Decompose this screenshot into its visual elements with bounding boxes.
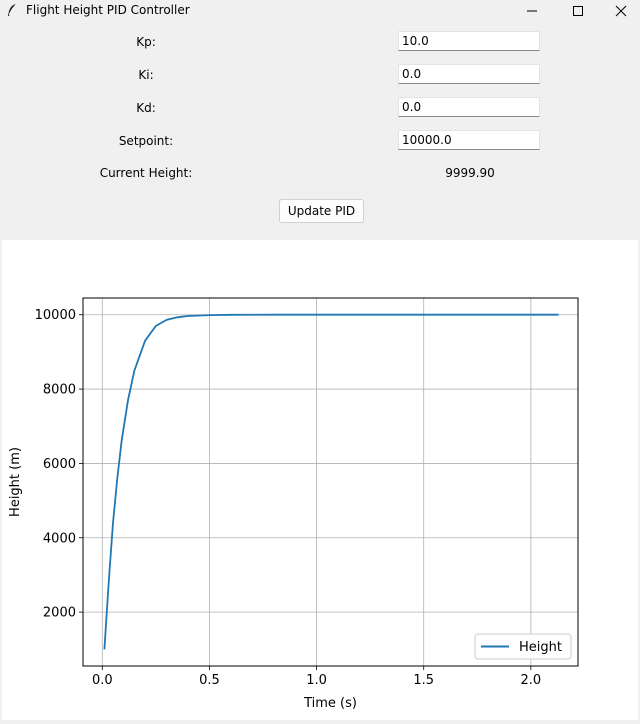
y-tick-label: 4000 [43,531,76,546]
update-pid-button[interactable]: Update PID [279,199,364,223]
y-axis-label: Height (m) [8,447,23,517]
kd-input[interactable] [398,97,540,117]
title-bar: Flight Height PID Controller [0,0,640,22]
y-tick-label: 6000 [43,457,76,472]
maximize-button[interactable] [555,0,601,22]
setpoint-label: Setpoint: [118,134,174,148]
y-tick-label: 8000 [43,383,76,398]
x-axis-label: Time (s) [303,696,357,711]
kp-label: Kp: [136,35,156,49]
plot-canvas: 0.0 0.5 1.0 1.5 2.0 2000 4000 6000 8000 10000 Tim… [2,240,638,720]
setpoint-input[interactable] [398,130,540,150]
x-tick-label: 1.0 [306,673,327,688]
chart-legend: Height [474,633,572,660]
height-chart: 0.0 0.5 1.0 1.5 2.0 2000 4000 6000 8000 10000 Tim… [8,297,579,711]
y-tick-label: 10000 [35,308,76,323]
window-title: Flight Height PID Controller [26,3,190,17]
series-line-height [103,313,559,650]
maximize-icon [573,6,583,16]
close-button[interactable] [598,0,640,22]
y-tick-label: 2000 [43,606,76,621]
current-height-label: Current Height: [99,166,193,180]
current-height-value: 9999.90 [445,166,495,180]
minimize-button[interactable] [509,0,555,22]
feather-icon [8,3,17,16]
kd-label: Kd: [136,101,156,115]
ki-label: Ki: [138,68,154,82]
x-tick-label: 2.0 [521,673,542,688]
ki-input[interactable] [398,64,540,84]
x-tick-label: 1.5 [413,673,434,688]
minimize-icon [527,10,537,12]
close-icon [615,5,627,17]
kp-input[interactable] [398,31,540,51]
x-tick-label: 0.5 [199,673,220,688]
axes-frame [82,297,579,667]
pid-form: Kp: Ki: Kd: Setpoint: Current Height: 99… [0,22,640,240]
legend-label: Height [519,640,562,655]
x-tick-label: 0.0 [92,673,113,688]
